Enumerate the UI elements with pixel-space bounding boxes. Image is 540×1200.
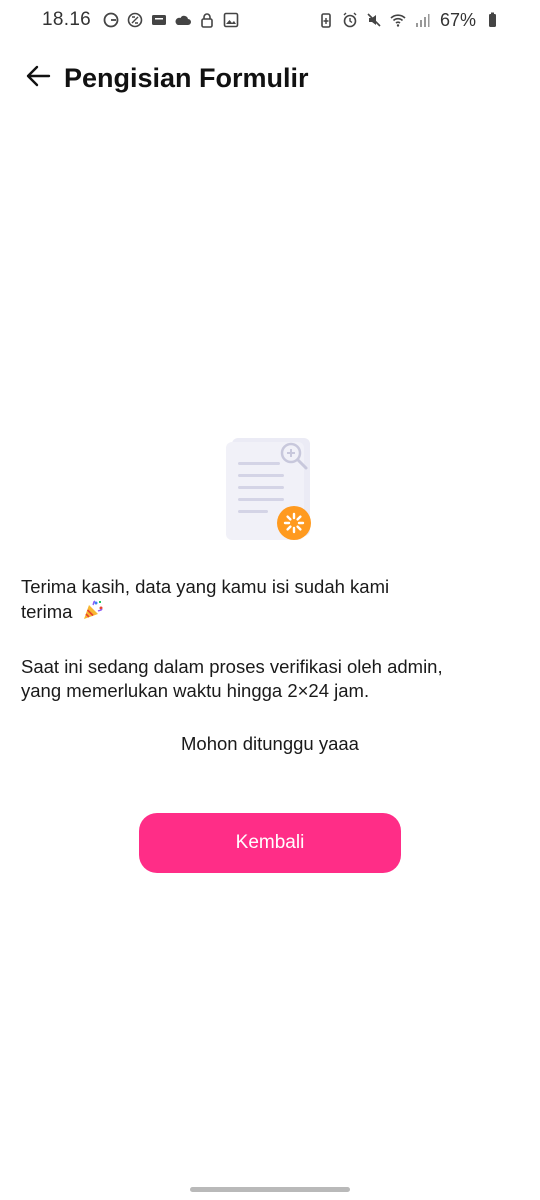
thanks-message: Terima kasih, data yang kamu isi sudah k… xyxy=(21,575,521,627)
arrow-left-icon xyxy=(25,63,51,94)
sync-icon xyxy=(127,12,143,28)
mute-icon xyxy=(366,12,382,28)
verify-line-2: yang memerlukan waktu hingga 2×24 jam. xyxy=(21,680,370,701)
document-review-icon xyxy=(220,432,320,544)
wait-message: Mohon ditunggu yaaa xyxy=(181,733,359,754)
page-title: Pengisian Formulir xyxy=(64,62,309,93)
verification-message: Saat ini sedang dalam proses verifikasi … xyxy=(21,655,521,703)
status-bar: 18.16 67% xyxy=(0,0,540,40)
image-icon xyxy=(223,12,239,28)
home-indicator[interactable] xyxy=(190,1187,350,1192)
status-bar-right: 67% xyxy=(318,10,500,31)
thanks-line-2: terima xyxy=(21,601,73,622)
status-bar-left: 18.16 xyxy=(42,9,239,31)
signal-icon xyxy=(414,12,430,28)
verify-line-1: Saat ini sedang dalam proses verifikasi … xyxy=(21,656,443,677)
kembali-button[interactable]: Kembali xyxy=(139,813,401,873)
status-time: 18.16 xyxy=(42,9,92,30)
party-popper-icon xyxy=(82,599,104,627)
battery-icon xyxy=(484,12,500,28)
battery-percent: 67% xyxy=(439,9,476,30)
battery-saver-icon xyxy=(318,12,334,28)
alarm-icon xyxy=(342,12,358,28)
cloud-icon xyxy=(175,12,192,28)
wifi-icon xyxy=(390,12,406,28)
app-bar: Pengisian Formulir xyxy=(0,52,540,104)
thanks-line: Terima kasih, data yang kamu isi sudah k… xyxy=(21,576,390,597)
back-button[interactable] xyxy=(24,64,52,92)
ticket-icon xyxy=(151,12,167,28)
screen: 18.16 67% Pengisian Formulir Terima kasi… xyxy=(0,0,540,1200)
kembali-button-label: Kembali xyxy=(235,832,305,853)
lock-icon xyxy=(199,12,215,28)
g-icon xyxy=(103,12,119,28)
